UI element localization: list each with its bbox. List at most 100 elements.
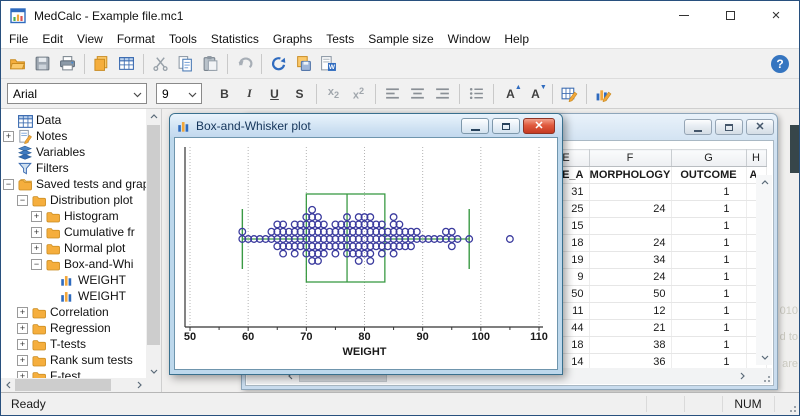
scroll-down-icon[interactable] xyxy=(147,364,161,378)
export-doc-icon[interactable]: W xyxy=(316,52,341,76)
data-cell[interactable]: 24 xyxy=(589,234,672,252)
close-icon[interactable]: ✕ xyxy=(523,118,555,134)
open-icon[interactable] xyxy=(5,52,30,76)
data-cell[interactable]: 1 xyxy=(671,217,747,235)
collapse-icon[interactable]: − xyxy=(17,194,28,206)
tree-item-filters[interactable]: Filters xyxy=(1,160,146,176)
copy-sheets-icon[interactable] xyxy=(89,52,114,76)
close-icon[interactable]: ✕ xyxy=(746,119,774,135)
data-cell[interactable] xyxy=(589,217,672,235)
menu-item-window[interactable]: Window xyxy=(441,31,498,47)
edit-table-icon[interactable] xyxy=(557,83,582,105)
expand-icon[interactable]: + xyxy=(17,338,28,350)
tree-item-correlation[interactable]: + Correlation xyxy=(1,304,146,320)
data-cell[interactable]: 1 xyxy=(671,268,747,286)
scroll-thumb[interactable] xyxy=(147,125,160,345)
tree-item-f-test[interactable]: + F-test xyxy=(1,368,146,378)
tree-item-box-and-whi[interactable]: − Box-and-Whi xyxy=(1,256,146,272)
scroll-up-icon[interactable] xyxy=(757,175,772,190)
save-all-icon[interactable] xyxy=(291,52,316,76)
italic-icon[interactable]: I xyxy=(237,83,262,105)
tree-item-data[interactable]: Data xyxy=(1,112,146,128)
data-cell[interactable]: 1 xyxy=(671,336,747,354)
scroll-thumb[interactable] xyxy=(15,379,111,391)
paste-icon[interactable] xyxy=(198,52,223,76)
column-header-h[interactable]: H xyxy=(746,149,767,167)
maximize-icon[interactable] xyxy=(492,118,520,134)
tree-item-regression[interactable]: + Regression xyxy=(1,320,146,336)
cut-icon[interactable] xyxy=(148,52,173,76)
align-center-icon[interactable] xyxy=(405,83,430,105)
column-header-g[interactable]: G xyxy=(671,149,747,167)
scroll-right-icon[interactable] xyxy=(132,378,146,392)
menu-item-tests[interactable]: Tests xyxy=(319,31,361,47)
resize-grip-icon[interactable] xyxy=(786,402,796,412)
collapse-icon[interactable]: − xyxy=(31,258,42,270)
font-size-select[interactable]: 9 xyxy=(156,83,202,104)
data-cell[interactable]: 24 xyxy=(589,200,672,218)
tree-item-rank-sum-tests[interactable]: + Rank sum tests xyxy=(1,352,146,368)
tree-item-distribution-plot[interactable]: − Distribution plot xyxy=(1,192,146,208)
expand-icon[interactable]: + xyxy=(3,130,14,142)
variable-name-cell[interactable]: MORPHOLOGY xyxy=(589,166,672,184)
tree-item-cumulative-fr[interactable]: + Cumulative fr xyxy=(1,224,146,240)
data-cell[interactable]: 1 xyxy=(671,302,747,320)
tree-item-weight[interactable]: WEIGHT xyxy=(1,272,146,288)
menu-item-view[interactable]: View xyxy=(70,31,110,47)
data-cell[interactable]: 1 xyxy=(671,234,747,252)
variable-name-cell[interactable]: OUTCOME xyxy=(671,166,747,184)
data-cell[interactable]: 50 xyxy=(589,285,672,303)
minimize-icon[interactable] xyxy=(684,119,712,135)
list-icon[interactable] xyxy=(464,83,489,105)
font-decrease-icon[interactable]: A ▼ xyxy=(523,83,548,105)
underline-icon[interactable]: U xyxy=(262,83,287,105)
expand-icon[interactable]: + xyxy=(17,370,28,378)
tree-item-notes[interactable]: + Notes xyxy=(1,128,146,144)
tree-item-normal-plot[interactable]: + Normal plot xyxy=(1,240,146,256)
superscript-icon[interactable]: x2 xyxy=(346,83,371,105)
expand-icon[interactable]: + xyxy=(31,226,42,238)
tree-item-t-tests[interactable]: + T-tests xyxy=(1,336,146,352)
tree-item-weight[interactable]: WEIGHT xyxy=(1,288,146,304)
menu-item-graphs[interactable]: Graphs xyxy=(266,31,319,47)
help-icon[interactable]: ? xyxy=(771,55,789,73)
expand-icon[interactable]: + xyxy=(31,210,42,222)
data-cell[interactable]: 1 xyxy=(671,251,747,269)
maximize-icon[interactable] xyxy=(707,1,753,30)
data-cell[interactable]: 24 xyxy=(589,268,672,286)
expand-icon[interactable]: + xyxy=(17,354,28,366)
menu-item-file[interactable]: File xyxy=(2,31,35,47)
save-icon[interactable] xyxy=(30,52,55,76)
edit-chart-icon[interactable] xyxy=(591,83,616,105)
expand-icon[interactable]: + xyxy=(17,322,28,334)
font-increase-icon[interactable]: A ▲ xyxy=(498,83,523,105)
print-icon[interactable] xyxy=(55,52,80,76)
tree-item-variables[interactable]: Variables xyxy=(1,144,146,160)
resize-grip-icon[interactable] xyxy=(760,372,770,382)
scroll-down-icon[interactable] xyxy=(757,350,772,365)
font-family-select[interactable]: Arial xyxy=(7,83,147,104)
close-icon[interactable]: × xyxy=(753,1,799,30)
data-cell[interactable]: 38 xyxy=(589,336,672,354)
data-cell[interactable]: 1 xyxy=(671,200,747,218)
data-cell[interactable]: 1 xyxy=(671,319,747,337)
tree-item-histogram[interactable]: + Histogram xyxy=(1,208,146,224)
copy-icon[interactable] xyxy=(173,52,198,76)
sheet-vertical-scrollbar[interactable] xyxy=(756,175,772,365)
scroll-up-icon[interactable] xyxy=(147,109,161,123)
expand-icon[interactable]: + xyxy=(17,306,28,318)
tree-item-saved-tests-and-grap[interactable]: − Saved tests and grap xyxy=(1,176,146,192)
data-cell[interactable]: 21 xyxy=(589,319,672,337)
menu-item-tools[interactable]: Tools xyxy=(162,31,204,47)
minimize-icon[interactable] xyxy=(661,1,707,30)
data-cell[interactable] xyxy=(589,183,672,201)
scroll-right-icon[interactable] xyxy=(735,368,750,383)
strike-icon[interactable]: S xyxy=(287,83,312,105)
expand-icon[interactable]: + xyxy=(31,242,42,254)
refresh-icon[interactable] xyxy=(266,52,291,76)
align-left-icon[interactable] xyxy=(380,83,405,105)
menu-item-format[interactable]: Format xyxy=(110,31,162,47)
data-cell[interactable]: 1 xyxy=(671,183,747,201)
data-cell[interactable]: 1 xyxy=(671,285,747,303)
menu-item-sample-size[interactable]: Sample size xyxy=(361,31,440,47)
